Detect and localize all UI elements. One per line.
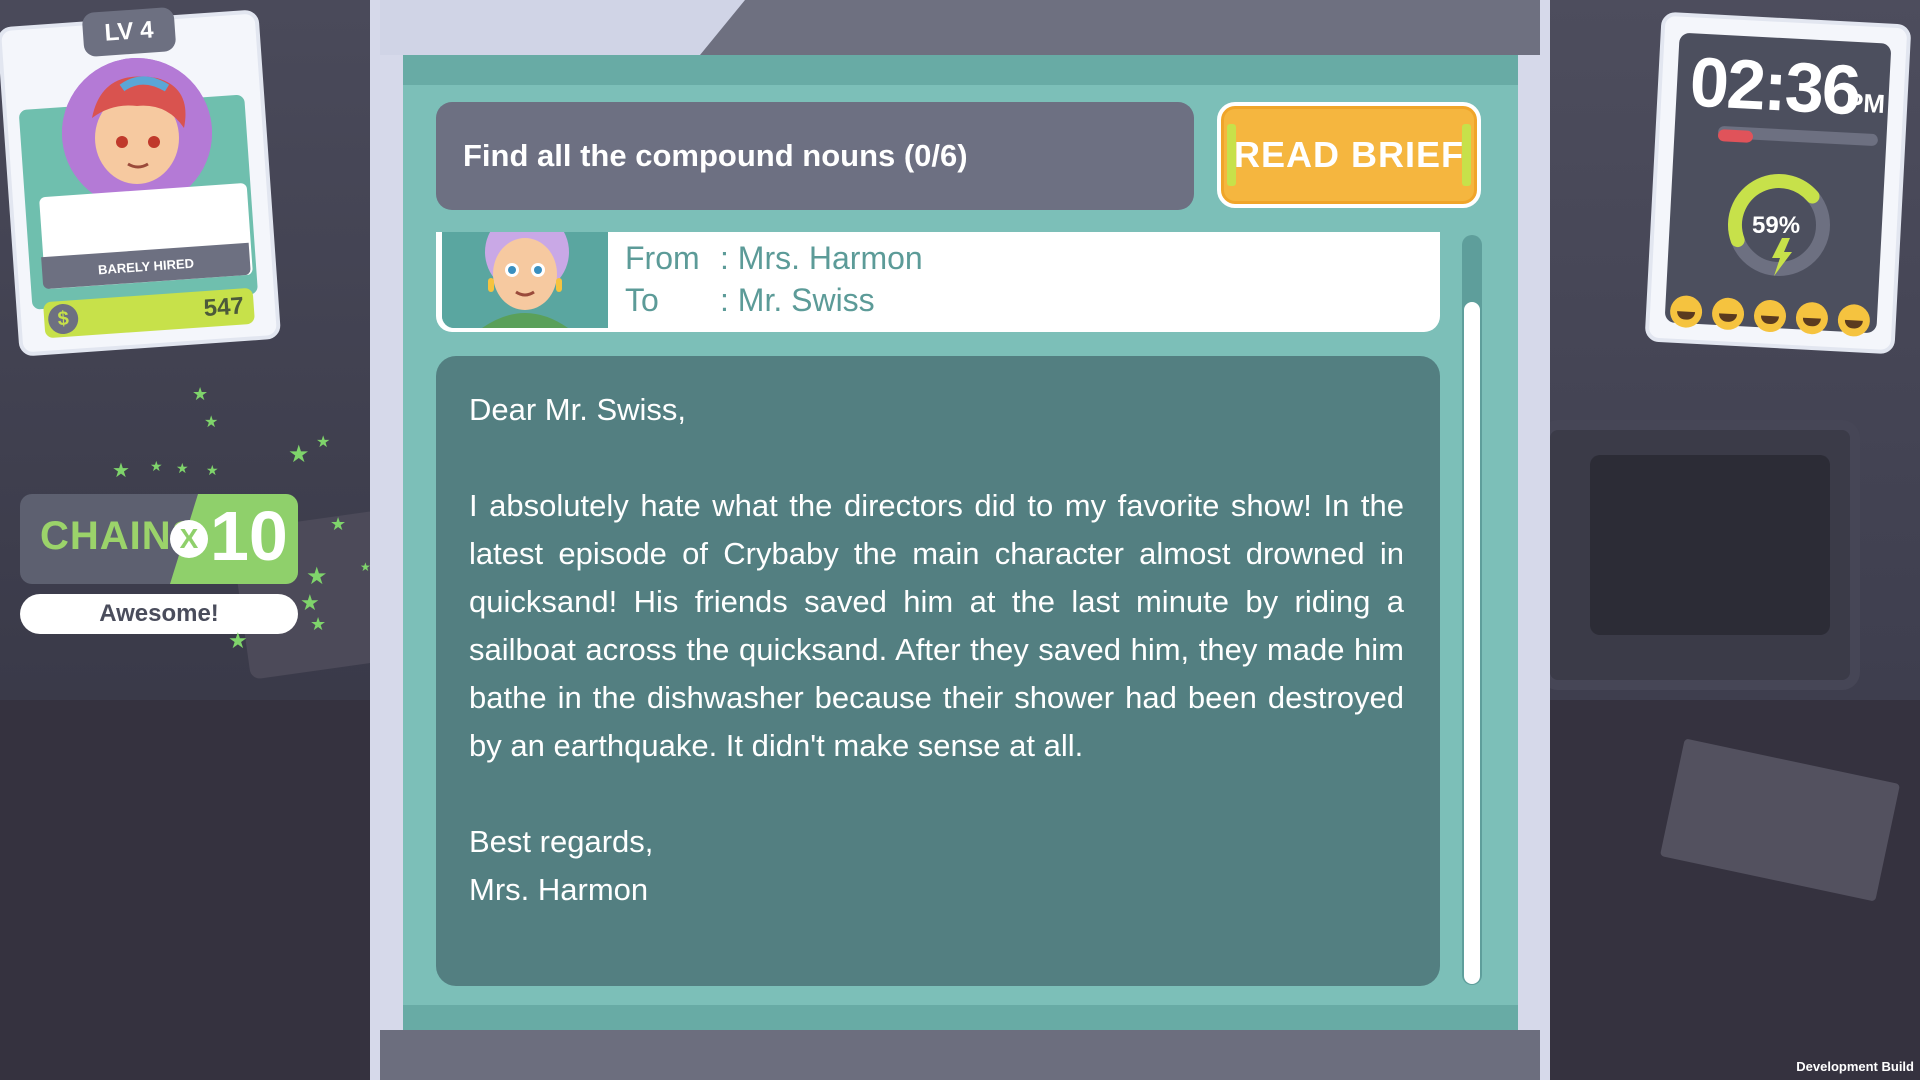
mood-face-icon bbox=[1753, 299, 1787, 333]
to-value: : Mr. Swiss bbox=[720, 282, 875, 318]
mood-face-icon bbox=[1795, 301, 1829, 336]
development-build-label: Development Build bbox=[1796, 1059, 1914, 1074]
clock-time: 02:36 bbox=[1688, 42, 1861, 130]
objective-banner: Find all the compound nouns (0/6) bbox=[436, 102, 1194, 210]
email-signature: Mrs. Harmon bbox=[469, 872, 649, 907]
star-icon: ★ bbox=[192, 384, 209, 404]
email-header: From : Mrs. Harmon To : Mr. Swiss bbox=[436, 232, 1440, 332]
email-from-row: From : Mrs. Harmon bbox=[625, 240, 923, 277]
email-to-row: To : Mr. Swiss bbox=[625, 282, 875, 319]
star-icon: ★ bbox=[204, 414, 219, 431]
from-value: : Mrs. Harmon bbox=[720, 240, 923, 276]
player-avatar bbox=[62, 58, 212, 208]
brief-button-bar-left bbox=[1227, 124, 1236, 186]
star-icon: ★ bbox=[150, 458, 163, 474]
star-icon: ★ bbox=[306, 563, 328, 590]
mood-face-icon bbox=[1669, 294, 1703, 329]
player-portrait-icon bbox=[62, 58, 212, 208]
chains-feedback: Awesome! bbox=[20, 594, 298, 634]
player-level-badge: LV 4 bbox=[81, 6, 177, 58]
star-icon: ★ bbox=[228, 628, 248, 653]
dollar-coin-icon: $ bbox=[47, 302, 80, 336]
energy-percent: 59% bbox=[1752, 212, 1801, 239]
day-progress-fill bbox=[1717, 129, 1754, 143]
star-icon: ★ bbox=[310, 614, 327, 634]
email-paragraph[interactable]: I absolutely hate what the directors did… bbox=[469, 482, 1404, 770]
star-icon: ★ bbox=[300, 590, 320, 615]
email-body[interactable]: Dear Mr. Swiss, I absolutely hate what t… bbox=[436, 356, 1440, 986]
chains-feedback-text: Awesome! bbox=[99, 600, 219, 627]
from-label: From bbox=[625, 240, 700, 276]
mood-face-icon bbox=[1837, 303, 1871, 338]
read-brief-button[interactable]: READ BRIEF bbox=[1217, 102, 1481, 208]
star-icon: ★ bbox=[206, 462, 219, 478]
frame-bottom bbox=[380, 1030, 1540, 1080]
email-scroll-thumb[interactable] bbox=[1464, 302, 1480, 984]
player-rank-label: BARELY HIRED bbox=[97, 255, 195, 277]
sender-avatar bbox=[442, 232, 608, 328]
chains-value: 10 bbox=[210, 497, 288, 575]
player-level: LV 4 bbox=[103, 16, 155, 47]
star-icon: ★ bbox=[330, 514, 347, 534]
sender-portrait-icon bbox=[442, 232, 608, 328]
to-label: To bbox=[625, 282, 659, 318]
star-icon: ★ bbox=[288, 441, 310, 468]
frame-top-stripe bbox=[700, 0, 1540, 55]
mood-face-icon bbox=[1711, 296, 1745, 331]
email-greeting: Dear Mr. Swiss, bbox=[469, 392, 687, 427]
clock-period: PM bbox=[1845, 87, 1886, 120]
objective-text: Find all the compound nouns (0/6) bbox=[463, 138, 968, 173]
player-money-value: 547 bbox=[202, 292, 245, 323]
background-monitor-screen bbox=[1590, 455, 1830, 635]
star-icon: ★ bbox=[112, 460, 130, 482]
chains-multiplier-icon: X bbox=[170, 520, 208, 558]
star-icon: ★ bbox=[316, 434, 331, 451]
brief-button-bar-right bbox=[1462, 124, 1471, 186]
read-brief-label: READ BRIEF bbox=[1233, 134, 1464, 175]
email-closing: Best regards, bbox=[469, 824, 654, 859]
star-icon: ★ bbox=[176, 460, 189, 476]
star-icon: ★ bbox=[360, 560, 371, 574]
